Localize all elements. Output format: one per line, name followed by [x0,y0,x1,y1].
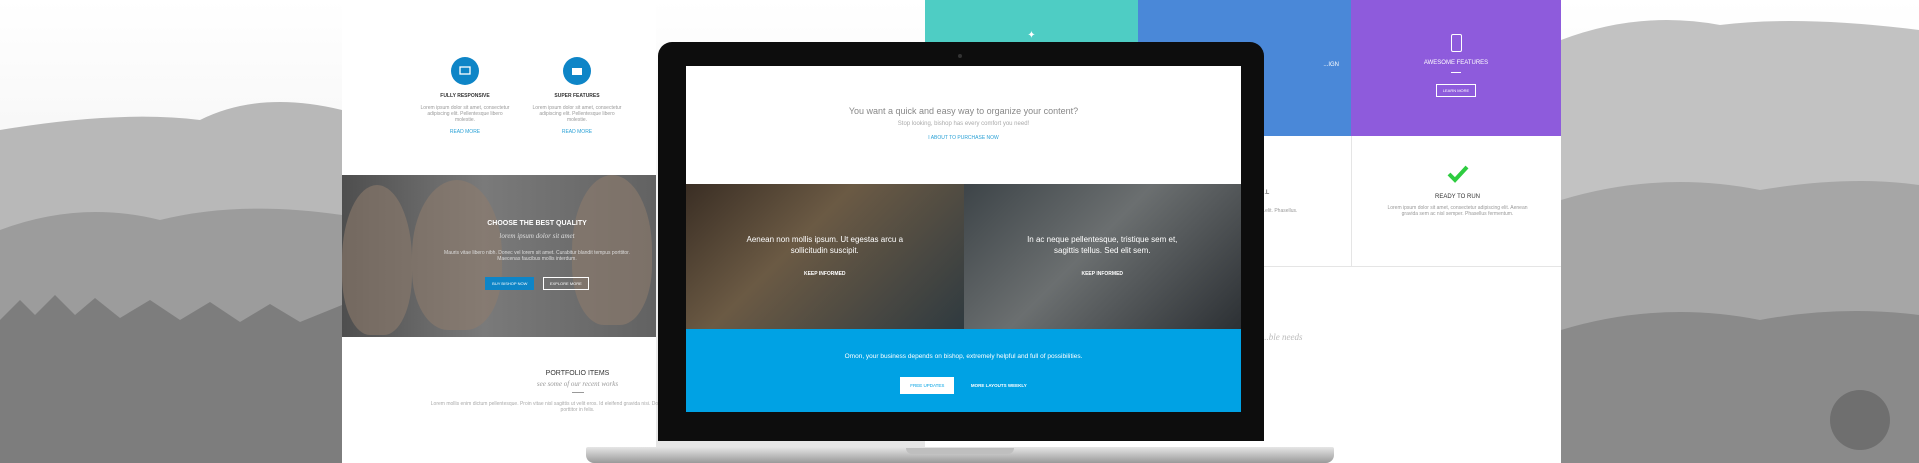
hero-title: You want a quick and easy way to organiz… [848,106,1079,116]
photo-person [342,185,412,335]
panel-meeting: In ac neque pellentesque, tristique sem … [963,184,1242,329]
feature-text: Lorem ipsum dolor sit amet, consectetur … [532,105,622,123]
card-title: ...IGN [1323,62,1339,68]
feature-super-features: SUPER FEATURES Lorem ipsum dolor sit ame… [532,57,622,135]
image-panels: Aenean non mollis ipsum. Ut egestas arcu… [686,184,1241,329]
keep-informed-link[interactable]: KEEP INFORMED [686,271,964,277]
hero-link[interactable]: I ABOUT TO PURCHASE NOW [686,135,1241,141]
hero-section: You want a quick and easy way to organiz… [686,66,1241,184]
panel-text: In ac neque pellentesque, tristique sem … [1027,235,1178,255]
card-title: AWESOME FEATURES [1423,60,1489,66]
monitor-icon [451,57,479,85]
feature-text: Lorem ipsum dolor sit amet, consectetur … [420,105,510,123]
keep-informed-link[interactable]: KEEP INFORMED [964,271,1242,277]
quality-section: CHOOSE THE BEST QUALITY lorem ipsum dolo… [342,175,656,337]
feature-title: SUPER FEATURES [554,93,600,99]
cta-text: Omon, your business depends on bishop, e… [844,353,1083,360]
ready-title: READY TO RUN [1434,194,1480,200]
column-divider [1351,136,1352,266]
learn-more-button[interactable]: LEARN MORE [1435,84,1477,97]
bluetooth-icon: ✦ [1027,30,1036,41]
cta-section: Omon, your business depends on bishop, e… [686,329,1241,412]
feature-fully-responsive: FULLY RESPONSIVE Lorem ipsum dolor sit a… [420,57,510,135]
quality-text: Mauris vitae libero nibh. Donec vel lore… [444,250,630,262]
checkmark-icon [1447,165,1468,183]
camera-icon [563,57,591,85]
feature-card-purple: AWESOME FEATURES LEARN MORE [1351,0,1561,136]
feature-title: FULLY RESPONSIVE [440,93,490,99]
hero-subtitle: Stop looking, bishop has every comfort y… [897,121,1030,127]
script-text: ...ble needs [1262,332,1303,342]
quality-subtitle: lorem ipsum dolor sit amet [499,232,575,240]
ready-to-run-block: READY TO RUN Lorem ipsum dolor sit amet,… [1380,165,1535,217]
more-layouts-button[interactable]: MORE LAYOUTS WEEKLY [971,383,1027,388]
laptop-screen: You want a quick and easy way to organiz… [686,66,1241,412]
explore-button[interactable]: EXPLORE MORE [542,277,589,290]
mobile-icon [1450,34,1462,52]
webcam [958,54,962,58]
quality-title: CHOOSE THE BEST QUALITY [487,220,587,227]
divider [1451,72,1461,73]
panel-text: Aenean non mollis ipsum. Ut egestas arcu… [746,235,904,255]
divider [571,392,584,393]
free-updates-button[interactable]: FREE UPDATES [900,377,955,394]
read-more-link[interactable]: READ MORE [420,129,510,135]
panel-office: Aenean non mollis ipsum. Ut egestas arcu… [686,184,964,329]
ready-text: Lorem ipsum dolor sit amet, consectetur … [1387,205,1528,217]
buy-button[interactable]: BUY BISHOP NOW [485,277,535,290]
read-more-link[interactable]: READ MORE [532,129,622,135]
laptop-hinge [906,448,1014,454]
partial-text: ...elit. Phasellus. [1261,208,1298,214]
